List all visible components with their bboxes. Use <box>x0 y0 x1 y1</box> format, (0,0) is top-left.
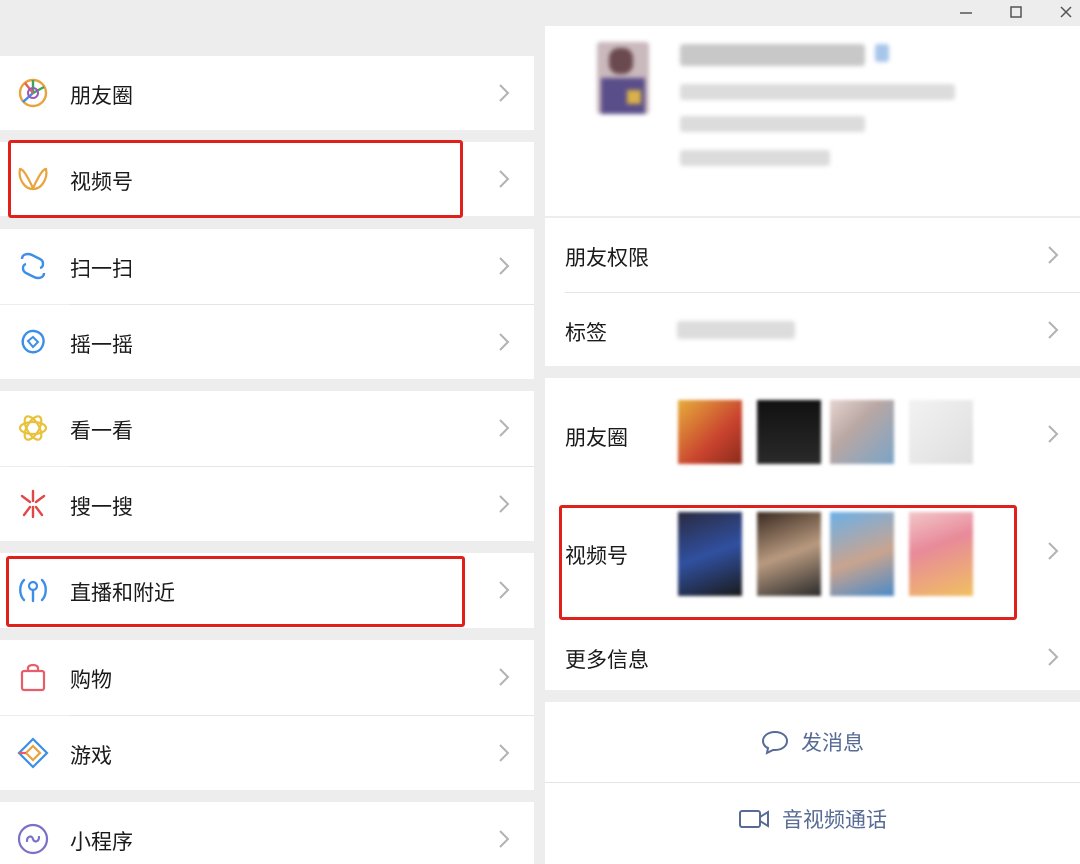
menu-item-scan[interactable]: 扫一扫 <box>0 229 534 304</box>
chevron-right-icon <box>1048 425 1059 443</box>
scan-icon <box>20 252 46 280</box>
menu-item-label: 搜一搜 <box>70 495 133 519</box>
menu-item-label: 购物 <box>70 668 112 692</box>
chevron-right-icon <box>499 419 510 437</box>
chat-bubble-icon <box>761 730 789 755</box>
channels-thumbnail <box>909 512 973 596</box>
chevron-right-icon <box>1048 542 1059 560</box>
actions-card: 发消息 音视频通话 <box>545 702 1080 864</box>
top-stories-icon <box>18 415 48 441</box>
menu-item-search[interactable]: 搜一搜 <box>0 467 534 541</box>
chevron-right-icon <box>499 744 510 762</box>
info-line-blurred <box>680 116 865 132</box>
video-camera-icon <box>739 810 769 828</box>
row-friend-permissions[interactable]: 朋友权限 <box>545 218 1080 292</box>
menu-item-label: 摇一摇 <box>70 333 133 357</box>
menu-item-label: 游戏 <box>70 744 112 768</box>
discover-panel: 朋友圈 视频号 扫一扫 摇一摇 看一看 搜一搜 直播和附近 购物 游戏 小程序 <box>0 0 534 864</box>
row-label: 朋友权限 <box>565 246 649 270</box>
chevron-right-icon <box>499 668 510 686</box>
avatar[interactable] <box>597 42 649 114</box>
menu-item-label: 视频号 <box>70 170 133 194</box>
channels-icon <box>18 167 48 191</box>
menu-item-label: 朋友圈 <box>70 84 133 108</box>
menu-item-label: 扫一扫 <box>70 257 133 281</box>
menu-item-label: 直播和附近 <box>70 581 175 605</box>
moments-icon <box>18 78 48 108</box>
chevron-right-icon <box>499 581 510 599</box>
gender-icon <box>875 44 889 62</box>
search-icon <box>20 489 46 519</box>
menu-item-label: 看一看 <box>70 419 133 443</box>
menu-item-label: 小程序 <box>70 830 133 854</box>
menu-item-moments[interactable]: 朋友圈 <box>0 56 534 130</box>
row-label: 更多信息 <box>565 648 649 672</box>
chevron-right-icon <box>499 170 510 188</box>
close-icon[interactable] <box>1055 4 1077 20</box>
moments-thumbnail <box>678 400 742 464</box>
chevron-right-icon <box>1048 246 1059 264</box>
menu-item-shake[interactable]: 摇一摇 <box>0 305 534 379</box>
chevron-right-icon <box>1048 648 1059 666</box>
maximize-icon[interactable] <box>1005 4 1027 20</box>
chevron-right-icon <box>499 257 510 275</box>
channels-thumbnail <box>830 512 894 596</box>
chevron-right-icon <box>499 830 510 848</box>
shake-icon <box>21 329 45 354</box>
moments-thumbnail <box>909 400 973 464</box>
menu-item-shopping[interactable]: 购物 <box>0 640 534 715</box>
row-tags[interactable]: 标签 <box>545 293 1080 366</box>
menu-item-live-nearby[interactable]: 直播和附近 <box>0 553 534 628</box>
info-line-blurred <box>680 84 955 100</box>
video-call-button[interactable]: 音视频通话 <box>545 783 1080 855</box>
tags-value-blurred <box>677 321 795 339</box>
content-card: 朋友圈 视频号 更多信息 <box>545 378 1080 690</box>
chevron-right-icon <box>499 84 510 102</box>
row-label: 标签 <box>565 321 607 345</box>
row-moments[interactable]: 朋友圈 <box>545 378 1080 490</box>
send-message-button[interactable]: 发消息 <box>545 702 1080 782</box>
moments-thumbnail <box>830 400 894 464</box>
menu-item-top-stories[interactable]: 看一看 <box>0 391 534 466</box>
minimize-icon[interactable] <box>955 4 977 20</box>
channels-thumbnail <box>757 512 821 596</box>
menu-item-mini-programs[interactable]: 小程序 <box>0 802 534 864</box>
row-channels[interactable]: 视频号 <box>545 500 1080 604</box>
menu-item-channels[interactable]: 视频号 <box>0 142 534 216</box>
send-message-label: 发消息 <box>801 731 864 755</box>
chevron-right-icon <box>1048 321 1059 339</box>
video-call-label: 音视频通话 <box>782 808 887 832</box>
row-label: 视频号 <box>565 544 628 568</box>
row-label: 朋友圈 <box>565 426 628 450</box>
menu-item-games[interactable]: 游戏 <box>0 716 534 790</box>
chevron-right-icon <box>499 333 510 351</box>
moments-thumbnail <box>757 400 821 464</box>
mini-programs-icon <box>17 823 49 855</box>
channels-thumbnail <box>678 512 742 596</box>
settings-card: 朋友权限 标签 <box>545 218 1080 366</box>
contact-profile-panel: 朋友权限 标签 朋友圈 视频号 更多信息 发消息 音视频通话 <box>545 0 1080 864</box>
live-nearby-icon <box>19 578 47 603</box>
profile-header <box>545 26 1080 216</box>
games-icon <box>17 737 49 769</box>
chevron-right-icon <box>499 495 510 513</box>
nickname-blurred <box>680 44 865 66</box>
shopping-bag-icon <box>20 663 46 692</box>
info-line-blurred <box>680 150 830 166</box>
row-more-info[interactable]: 更多信息 <box>545 622 1080 690</box>
